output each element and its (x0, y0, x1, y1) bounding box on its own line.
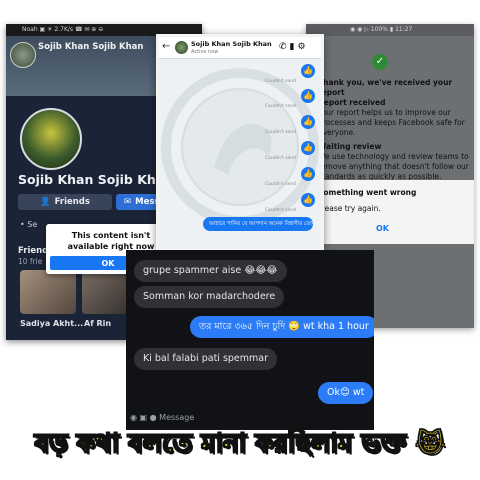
conversation-header: ← Sojib Khan Sojib Khan Active now ✆▮⚙ (159, 37, 321, 59)
gallery-icon[interactable]: ▣ (140, 413, 150, 422)
outgoing-message[interactable]: Ok😊 wt (318, 382, 374, 404)
see-more-label: Se (27, 220, 38, 229)
thumbs-up-icon: 👍 (301, 167, 315, 181)
composer-placeholder: Message (159, 413, 195, 422)
person-icon: 👤 (40, 197, 51, 207)
couldnt-send-label[interactable]: Couldn't send (265, 104, 296, 109)
header-actions: ✆▮⚙ (279, 42, 309, 52)
profile-name: Sojib Khan Sojib Khan (18, 172, 174, 187)
messenger-icon: ✉ (124, 197, 132, 207)
waiting-review-body: We use technology and review teams to re… (318, 152, 469, 181)
incoming-message[interactable]: Somman kor madarchodere (134, 286, 285, 308)
meme-caption: বড় কথা বলতে মানা করছিলাম ভক্ত 😹 (34, 428, 446, 459)
phone-icon[interactable]: ✆ (279, 42, 290, 52)
header-profile-name: Sojib Khan Sojib Khan (38, 42, 144, 52)
couldnt-send-label[interactable]: Couldn't send (265, 182, 296, 187)
thumbs-up-icon: 👍 (301, 64, 315, 78)
friend-name[interactable]: Af Rin (84, 319, 111, 328)
friends-button[interactable]: 👤 Friends (18, 194, 112, 210)
thumbs-up-icon: 👍 (301, 89, 315, 103)
friends-count: 10 frie (18, 257, 43, 266)
couldnt-send-label[interactable]: Couldn't send (265, 130, 296, 135)
waiting-review-title: Waiting review (318, 142, 382, 151)
thumbs-up-icon: 👍 (301, 141, 315, 155)
friends-heading: Friend (18, 246, 49, 256)
camera-icon[interactable]: ◉ (130, 413, 140, 422)
thumbs-up-icon: 👍 (301, 115, 315, 129)
profile-emblem-icon (10, 42, 36, 68)
messenger-screenshot: ← Sojib Khan Sojib Khan Active now ✆▮⚙ 👍… (156, 34, 324, 250)
friend-name[interactable]: Sadiya Akht... (20, 319, 83, 328)
thumbs-up-icon: 👍 (301, 193, 315, 207)
avatar[interactable] (20, 108, 82, 170)
outgoing-message[interactable]: তর মারে ৩৬৫ দিন চুদি 🙄 wt kha 1 hour (190, 316, 374, 338)
couldnt-send-label[interactable]: Couldn't send (265, 79, 296, 84)
see-more-row[interactable]: • Se (20, 220, 37, 229)
avatar[interactable] (175, 41, 188, 54)
report-received-body: Your report helps us to improve our proc… (318, 108, 465, 137)
gear-icon[interactable]: ⚙ (298, 42, 309, 52)
couldnt-send-label[interactable]: Couldn't send (265, 208, 296, 213)
error-title: Something went wrong (318, 188, 417, 197)
check-icon: ✓ (372, 54, 388, 70)
mic-icon[interactable]: ● (150, 413, 160, 422)
error-ok-button[interactable]: OK (376, 224, 389, 233)
active-status: Active now (191, 49, 219, 55)
video-icon[interactable]: ▮ (290, 42, 298, 52)
couldnt-send-label[interactable]: Couldn't send (265, 156, 296, 161)
error-body: Please try again. (318, 204, 381, 213)
friends-button-label: Friends (54, 197, 90, 207)
incoming-message[interactable]: grupe spammer aise 😂😂😂 (134, 260, 287, 282)
status-bar: ◉ ◉ ▷ 100% ▮ 11:27 (306, 24, 474, 36)
sent-message-bubble[interactable]: আহারে পানির যে আপদান অনেক বিশ্বাসীর তোমা… (203, 217, 313, 231)
chat-screenshot: grupe spammer aise 😂😂😂 Somman kor madarc… (126, 250, 374, 430)
contact-name: Sojib Khan Sojib Khan (191, 40, 272, 48)
incoming-message[interactable]: Ki bal falabi pati spemmar (134, 348, 278, 370)
report-received-title: Report received (318, 98, 386, 107)
back-arrow-icon[interactable]: ← (162, 41, 170, 52)
dialog-message: This content isn't available right now (67, 231, 155, 251)
friend-photo[interactable] (20, 270, 76, 314)
report-thanks: Thank you, we've received your report (318, 78, 453, 97)
